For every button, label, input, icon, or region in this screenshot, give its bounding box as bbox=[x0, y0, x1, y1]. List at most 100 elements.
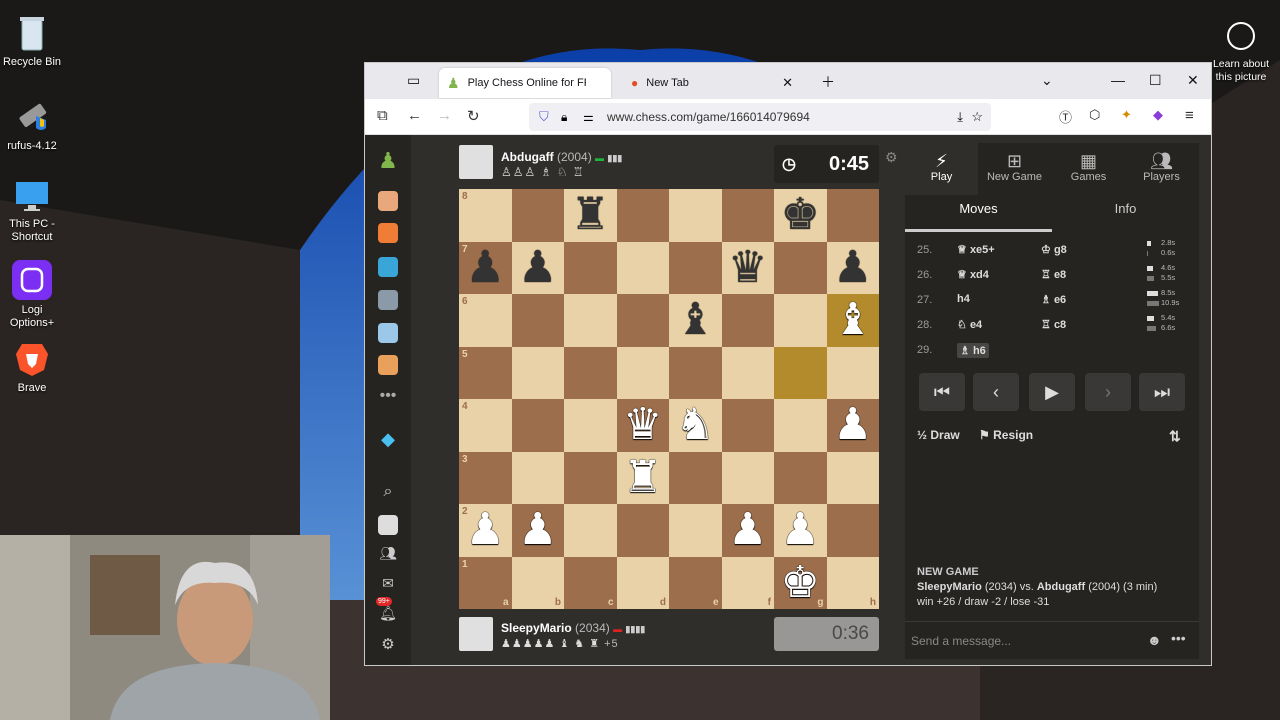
square-g2[interactable]: ♟ bbox=[774, 504, 827, 557]
square-c4[interactable] bbox=[564, 399, 617, 452]
square-e8[interactable] bbox=[669, 189, 722, 242]
square-a2[interactable]: 2 ♟ bbox=[459, 504, 512, 557]
white-bishop-piece[interactable]: ♝ bbox=[833, 298, 872, 342]
square-f3[interactable] bbox=[721, 451, 774, 504]
extension-purple-icon[interactable]: ◆ bbox=[1153, 107, 1163, 123]
learn-about-picture[interactable]: Learn about this picture bbox=[1206, 22, 1276, 84]
white-pawn-piece[interactable]: ♟ bbox=[518, 508, 557, 552]
square-b4[interactable] bbox=[511, 399, 564, 452]
square-g3[interactable] bbox=[774, 451, 827, 504]
square-b1[interactable]: b bbox=[511, 556, 564, 609]
square-a1[interactable]: 1a bbox=[459, 556, 512, 609]
square-c6[interactable] bbox=[564, 294, 617, 347]
white-king-piece[interactable]: ♚ bbox=[781, 560, 820, 605]
square-h3[interactable] bbox=[826, 451, 879, 504]
square-e5[interactable] bbox=[669, 346, 722, 399]
top-player-name[interactable]: Abdugaff bbox=[501, 150, 554, 164]
desktop-icon-logi[interactable]: Logi Options+ bbox=[0, 260, 64, 330]
black-move[interactable]: ♖ c8 bbox=[1041, 318, 1066, 331]
more-icon[interactable]: ••• bbox=[378, 388, 398, 409]
square-f4[interactable] bbox=[721, 399, 774, 452]
search-icon[interactable]: ⌕ bbox=[378, 483, 398, 503]
square-d2[interactable] bbox=[616, 504, 669, 557]
subtab-info[interactable]: Info bbox=[1052, 201, 1199, 216]
square-f5[interactable] bbox=[721, 346, 774, 399]
square-g5[interactable] bbox=[774, 346, 827, 399]
back-icon[interactable]: ← bbox=[407, 107, 422, 124]
watch-icon[interactable] bbox=[378, 290, 398, 310]
url-bar[interactable]: ⛉ 🔒︎ ⚌ www.chess.com/game/166014079694 ⤓… bbox=[529, 103, 991, 131]
extensions-icon[interactable]: ⬡ bbox=[1089, 107, 1100, 123]
square-g6[interactable] bbox=[774, 294, 827, 347]
black-move[interactable]: ♗ e6 bbox=[1041, 293, 1066, 306]
white-move[interactable]: ♕ xd4 bbox=[957, 268, 989, 281]
square-a7[interactable]: 7 ♟ bbox=[459, 241, 512, 294]
tab-new-game[interactable]: ⊞ New Game bbox=[978, 143, 1051, 195]
tab-games[interactable]: ▦ Games bbox=[1052, 143, 1125, 195]
white-move[interactable]: h4 bbox=[957, 293, 970, 305]
square-d4[interactable]: ♛ bbox=[616, 399, 669, 452]
square-h6[interactable]: ♝ bbox=[826, 294, 879, 347]
settings-gear-icon[interactable]: ⚙ bbox=[378, 635, 398, 655]
square-c7[interactable] bbox=[564, 241, 617, 294]
menu-icon[interactable]: ≡ bbox=[1185, 107, 1194, 124]
first-move-button[interactable]: ⏮ bbox=[919, 373, 965, 411]
desktop-icon-brave[interactable]: Brave bbox=[0, 340, 64, 395]
play-button[interactable]: ▶ bbox=[1029, 373, 1075, 411]
white-queen-piece[interactable]: ♛ bbox=[623, 403, 662, 447]
square-a3[interactable]: 3 bbox=[459, 451, 512, 504]
puzzles-icon[interactable] bbox=[378, 223, 398, 243]
square-g8[interactable]: ♚ bbox=[774, 189, 827, 242]
tab-chess[interactable]: ♟ Play Chess Online for FREE bbox=[439, 68, 611, 98]
reload-icon[interactable]: ↻ bbox=[467, 107, 480, 125]
white-move[interactable]: ♗ h6 bbox=[957, 343, 989, 358]
last-move-button[interactable]: ⏭ bbox=[1139, 373, 1185, 411]
white-pawn-piece[interactable]: ♟ bbox=[728, 508, 767, 552]
social-icon[interactable] bbox=[378, 355, 398, 375]
maximize-icon[interactable]: ☐ bbox=[1149, 72, 1162, 89]
prev-move-button[interactable]: ‹ bbox=[973, 373, 1019, 411]
close-window-icon[interactable]: ✕ bbox=[1187, 72, 1199, 89]
new-tab-icon[interactable]: ＋ bbox=[821, 72, 835, 92]
square-a4[interactable]: 4 bbox=[459, 399, 512, 452]
square-d1[interactable]: d bbox=[616, 556, 669, 609]
square-h7[interactable]: ♟ bbox=[826, 241, 879, 294]
square-c8[interactable]: ♜ bbox=[564, 189, 617, 242]
square-d7[interactable] bbox=[616, 241, 669, 294]
desktop-icon-rufus[interactable]: rufus-4.12 bbox=[0, 96, 64, 153]
square-c5[interactable] bbox=[564, 346, 617, 399]
extension-t-icon[interactable]: Ⓣ bbox=[1059, 107, 1072, 126]
square-b5[interactable] bbox=[511, 346, 564, 399]
black-king-piece[interactable]: ♚ bbox=[781, 193, 820, 237]
black-pawn-piece[interactable]: ♟ bbox=[833, 245, 872, 290]
square-a8[interactable]: 8 bbox=[459, 189, 512, 242]
bell-icon[interactable]: 🔔︎ 99+ bbox=[376, 597, 398, 625]
tab-players[interactable]: 👥︎ Players bbox=[1125, 143, 1198, 195]
flip-board-icon[interactable]: ⇅ bbox=[1169, 428, 1181, 445]
square-e6[interactable]: ♝ bbox=[669, 294, 722, 347]
square-f6[interactable] bbox=[721, 294, 774, 347]
diamond-icon[interactable]: ◆ bbox=[378, 429, 398, 449]
square-b6[interactable] bbox=[511, 294, 564, 347]
chess-logo-icon[interactable]: ♟ bbox=[378, 150, 398, 172]
square-h1[interactable]: h bbox=[826, 556, 879, 609]
square-g1[interactable]: g ♚ bbox=[774, 556, 827, 609]
emoji-icon[interactable]: ☻ bbox=[1147, 632, 1162, 648]
white-pawn-piece[interactable]: ♟ bbox=[466, 508, 505, 552]
square-c2[interactable] bbox=[564, 504, 617, 557]
sidebar-toggle-icon[interactable]: ⧉ bbox=[377, 107, 388, 124]
square-g7[interactable] bbox=[774, 241, 827, 294]
square-h5[interactable] bbox=[826, 346, 879, 399]
square-e2[interactable] bbox=[669, 504, 722, 557]
play-icon[interactable] bbox=[378, 191, 398, 211]
extension-icon[interactable]: ✦ bbox=[1121, 107, 1132, 123]
square-h2[interactable] bbox=[826, 504, 879, 557]
square-c3[interactable] bbox=[564, 451, 617, 504]
white-move[interactable]: ♕ xe5+ bbox=[957, 243, 995, 256]
chat-box[interactable]: Send a message... ☻ ••• bbox=[905, 621, 1199, 659]
black-rook-piece[interactable]: ♜ bbox=[571, 193, 610, 237]
square-d6[interactable] bbox=[616, 294, 669, 347]
white-move[interactable]: ♘ e4 bbox=[957, 318, 982, 331]
square-h4[interactable]: ♟ bbox=[826, 399, 879, 452]
white-pawn-piece[interactable]: ♟ bbox=[781, 508, 820, 552]
